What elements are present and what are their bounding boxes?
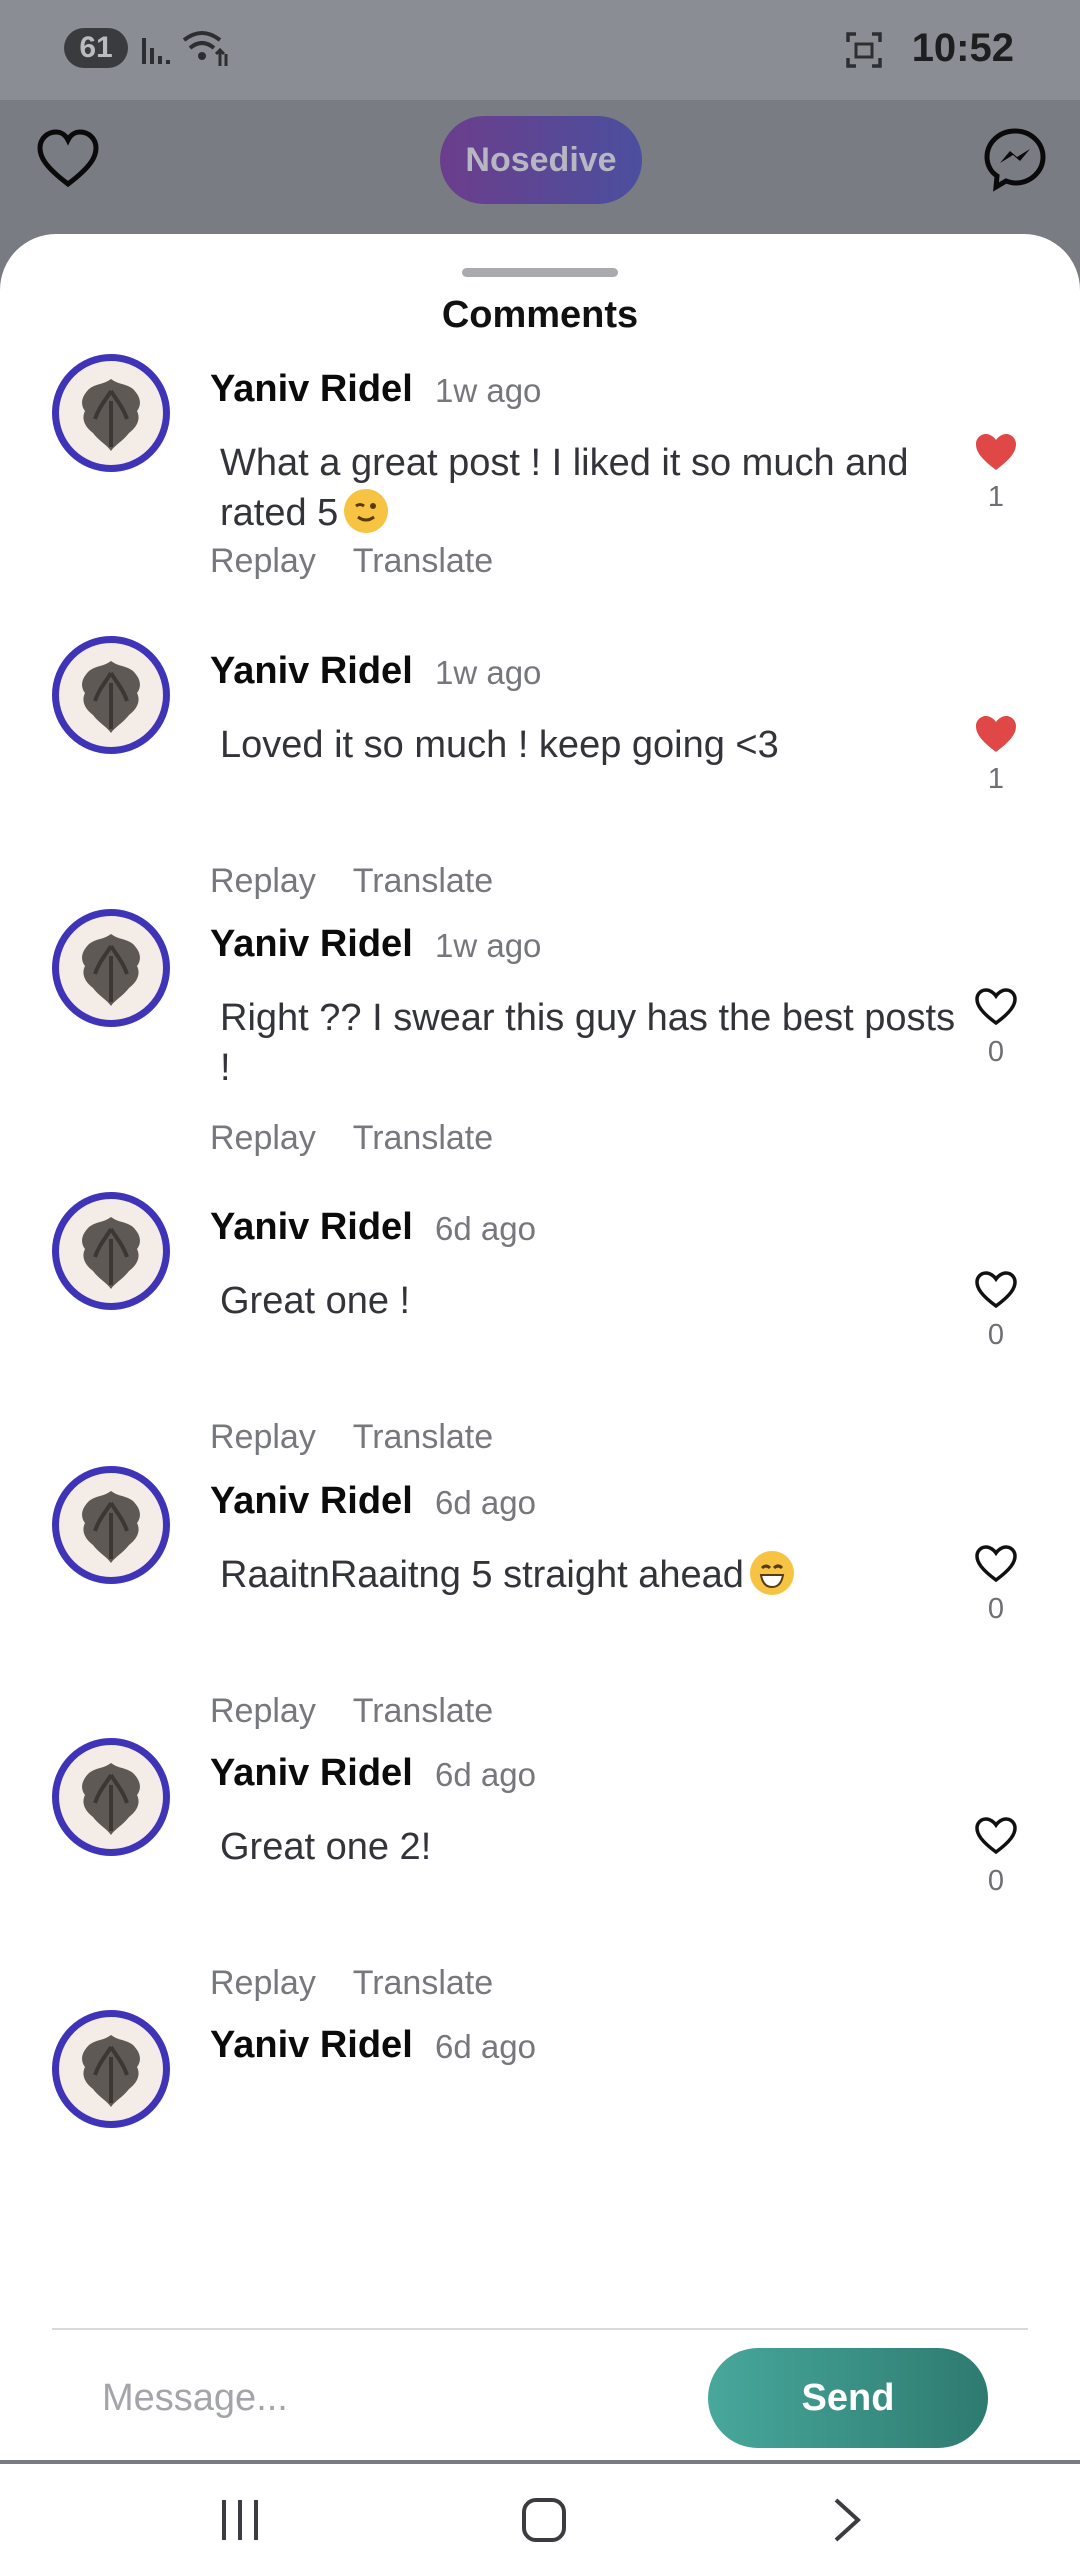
comment-item: Yaniv Ridel 1w ago Loved it so much ! keep… (0, 636, 1080, 908)
comment-author[interactable]: Yaniv Ridel (210, 1480, 413, 1523)
translate-button[interactable]: Translate (353, 1964, 493, 2002)
avatar[interactable] (52, 1738, 170, 1856)
wink-emoji-icon (344, 489, 389, 533)
clock: 10:52 (911, 26, 1014, 70)
comment-author[interactable]: Yaniv Ridel (210, 1206, 413, 1249)
comment-text: RaaitnRaaitng 5 straight ahead (220, 1550, 960, 1600)
comment-item: Yaniv Ridel 6d ago (0, 2010, 1080, 2282)
signal-icon (142, 38, 170, 64)
comments-list[interactable]: Yaniv Ridel 1w ago What a great post ! I l… (0, 354, 1080, 2328)
reply-button[interactable]: Replay (210, 862, 316, 900)
sheet-title: Comments (441, 294, 639, 336)
grin-emoji-icon (749, 1551, 794, 1595)
translate-button[interactable]: Translate (353, 1418, 493, 1456)
avatar[interactable] (52, 354, 170, 472)
comment-item: Yaniv Ridel 6d ago Great one ! Replay Tran… (0, 1192, 1080, 1464)
heart-filled-icon[interactable] (974, 432, 1018, 472)
like-count: 0 (987, 1319, 1005, 1351)
comment-actions: Replay Translate (210, 542, 521, 581)
comment-actions: Replay Translate (210, 862, 521, 901)
translate-button[interactable]: Translate (353, 862, 493, 900)
comments-sheet: Comments Yaniv Ridel 1w ago What a great p… (0, 234, 1080, 2574)
comment-time: 1w ago (435, 372, 542, 409)
system-nav-bar (0, 2464, 1080, 2574)
heart-outline-icon[interactable] (974, 1544, 1018, 1584)
comment-time: 1w ago (435, 927, 542, 964)
like-control[interactable]: 0 (970, 1544, 1022, 1626)
reply-button[interactable]: Replay (210, 1418, 316, 1456)
comment-text-content: RaaitnRaaitng 5 straight ahead (220, 1554, 744, 1596)
comment-time: 6d ago (435, 1484, 536, 1521)
app-title-pill[interactable]: Nosedive (440, 116, 642, 204)
send-button[interactable]: Send (708, 2348, 988, 2448)
reply-button[interactable]: Replay (210, 542, 316, 580)
comment-author[interactable]: Yaniv Ridel (210, 923, 413, 966)
like-count: 0 (987, 1036, 1005, 1068)
status-bar: 61 10:52 (0, 0, 1080, 100)
like-control[interactable]: 0 (970, 987, 1022, 1069)
avatar[interactable] (52, 2010, 170, 2128)
comment-actions: Replay Translate (210, 1692, 521, 1731)
comment-time: 1w ago (435, 654, 542, 691)
comment-item: Yaniv Ridel 6d ago RaaitnRaaitng 5 straigh… (0, 1466, 1080, 1738)
message-input[interactable] (100, 2352, 664, 2444)
comment-time: 6d ago (435, 1756, 536, 1793)
translate-button[interactable]: Translate (353, 1692, 493, 1730)
heart-outline-icon[interactable] (974, 1270, 1018, 1310)
reply-button[interactable]: Replay (210, 1119, 316, 1157)
recents-nav-icon[interactable] (218, 2496, 266, 2544)
comment-item: Yaniv Ridel 6d ago Great one 2! Replay Tra… (0, 1738, 1080, 2010)
comment-text-content: Right ?? I swear this guy has the best p… (220, 997, 956, 1089)
back-nav-icon[interactable] (828, 2496, 868, 2544)
comment-text: Right ?? I swear this guy has the best p… (220, 993, 960, 1093)
drag-handle[interactable] (462, 268, 618, 277)
comment-text: Great one ! (220, 1276, 960, 1326)
like-control[interactable]: 0 (970, 1816, 1022, 1898)
composer: Send (0, 2330, 1080, 2460)
heart-outline-icon[interactable] (974, 987, 1018, 1027)
comment-text-content: Great one ! (220, 1280, 411, 1322)
home-nav-icon[interactable] (520, 2496, 568, 2544)
avatar[interactable] (52, 909, 170, 1027)
comment-actions: Replay Translate (210, 1964, 521, 2003)
comment-item: Yaniv Ridel 1w ago Right ?? I swear this g… (0, 909, 1080, 1181)
like-count: 1 (987, 763, 1005, 795)
avatar[interactable] (52, 1192, 170, 1310)
comment-text: Loved it so much ! keep going <3 (220, 720, 960, 770)
comment-text: Great one 2! (220, 1822, 960, 1872)
messenger-icon[interactable] (982, 126, 1048, 192)
translate-button[interactable]: Translate (353, 1119, 493, 1157)
wifi-icon (182, 31, 228, 66)
screenshot-icon (846, 32, 882, 68)
comment-text-content: Great one 2! (220, 1826, 432, 1868)
comment-author[interactable]: Yaniv Ridel (210, 368, 413, 411)
comment-text-content: What a great post ! I liked it so much a… (220, 442, 909, 534)
comment-author[interactable]: Yaniv Ridel (210, 2024, 413, 2067)
heart-outline-icon[interactable] (34, 126, 102, 194)
comment-author[interactable]: Yaniv Ridel (210, 650, 413, 693)
heart-filled-icon[interactable] (974, 714, 1018, 754)
like-control[interactable]: 0 (970, 1270, 1022, 1352)
like-control[interactable]: 1 (970, 432, 1022, 514)
avatar[interactable] (52, 1466, 170, 1584)
comment-author[interactable]: Yaniv Ridel (210, 1752, 413, 1795)
reply-button[interactable]: Replay (210, 1964, 316, 2002)
like-count: 0 (987, 1593, 1005, 1625)
comment-actions: Replay Translate (210, 1119, 521, 1158)
heart-outline-icon[interactable] (974, 1816, 1018, 1856)
avatar[interactable] (52, 636, 170, 754)
comment-item: Yaniv Ridel 1w ago What a great post ! I l… (0, 354, 1080, 626)
translate-button[interactable]: Translate (353, 542, 493, 580)
comment-actions: Replay Translate (210, 1418, 521, 1457)
like-count: 0 (987, 1865, 1005, 1897)
comment-time: 6d ago (435, 1210, 536, 1247)
battery-indicator: 61 (64, 28, 128, 68)
like-count: 1 (987, 481, 1005, 513)
like-control[interactable]: 1 (970, 714, 1022, 796)
reply-button[interactable]: Replay (210, 1692, 316, 1730)
comment-time: 6d ago (435, 2028, 536, 2065)
comment-text-content: Loved it so much ! keep going <3 (220, 724, 779, 766)
comment-text: What a great post ! I liked it so much a… (220, 438, 960, 538)
